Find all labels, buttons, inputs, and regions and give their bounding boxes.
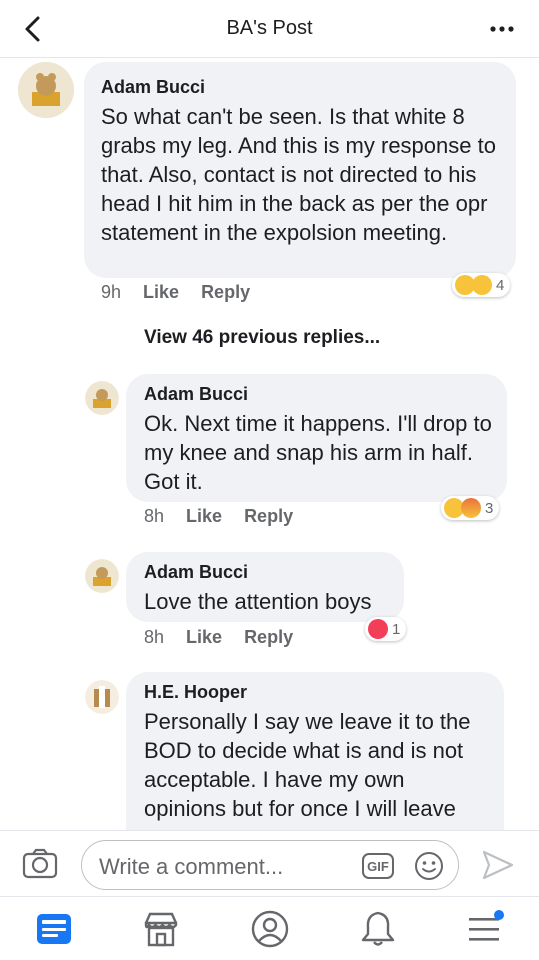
menu-icon[interactable]	[465, 909, 505, 949]
reaction-count: 3	[485, 499, 494, 517]
reply-button[interactable]: Reply	[201, 282, 250, 303]
reply-text: Personally I say we leave it to the BOD …	[144, 709, 471, 821]
comments-thread: Adam Bucci So what can't be seen. Is tha…	[0, 58, 539, 830]
reply-author[interactable]: Adam Bucci	[144, 384, 493, 405]
like-button[interactable]: Like	[143, 282, 179, 303]
comment-bubble[interactable]: Adam Bucci So what can't be seen. Is tha…	[84, 62, 516, 278]
reply-meta: 8h Like Reply	[144, 506, 293, 527]
reply-time: 8h	[144, 627, 165, 647]
avatar[interactable]	[85, 680, 119, 714]
reply-button[interactable]: Reply	[244, 506, 293, 527]
comment-composer: Write a comment... GIF	[0, 830, 539, 896]
wow-reaction-icon	[472, 275, 492, 295]
like-button[interactable]: Like	[186, 627, 222, 648]
reaction-count: 4	[496, 276, 505, 294]
more-dots-icon[interactable]	[487, 14, 517, 44]
like-button[interactable]: Like	[186, 506, 222, 527]
comment-time: 9h	[101, 282, 122, 302]
feed-icon[interactable]	[34, 909, 74, 949]
reply-button[interactable]: Reply	[244, 627, 293, 648]
profile-icon[interactable]	[250, 909, 290, 949]
avatar[interactable]	[85, 381, 119, 415]
reply-text: Love the attention boys	[144, 589, 372, 614]
comment-author[interactable]: Adam Bucci	[101, 77, 502, 98]
comment-text: So what can't be seen. Is that white 8 g…	[101, 104, 496, 245]
reaction-count: 1	[392, 620, 401, 638]
comment-meta: 9h Like Reply	[101, 282, 250, 303]
gif-icon[interactable]: GIF	[361, 852, 395, 880]
reply-author[interactable]: Adam Bucci	[144, 562, 390, 583]
view-previous-replies-link[interactable]: View 46 previous replies...	[144, 327, 380, 349]
camera-icon[interactable]	[22, 848, 58, 880]
reply-bubble[interactable]: Adam Bucci Ok. Next time it happens. I'l…	[126, 374, 507, 502]
page-title: BA's Post	[226, 17, 313, 39]
bottom-navigation	[0, 896, 539, 960]
reply-author[interactable]: H.E. Hooper	[144, 682, 490, 703]
comment-input-placeholder: Write a comment...	[99, 854, 284, 879]
gif-label: GIF	[367, 859, 389, 874]
marketplace-icon[interactable]	[141, 909, 181, 949]
love-reaction-icon	[368, 619, 388, 639]
reply-time: 8h	[144, 506, 165, 526]
header: BA's Post	[0, 0, 539, 58]
reaction-summary[interactable]: 3	[441, 496, 500, 520]
reaction-summary[interactable]: 4	[452, 273, 511, 297]
avatar[interactable]	[85, 559, 119, 593]
reply-bubble[interactable]: H.E. Hooper Personally I say we leave it…	[126, 672, 504, 830]
comment-input[interactable]: Write a comment... GIF	[81, 840, 459, 890]
reply-text: Ok. Next time it happens. I'll drop to m…	[144, 411, 492, 494]
notifications-icon[interactable]	[358, 909, 398, 949]
avatar[interactable]	[18, 62, 74, 118]
reply-bubble[interactable]: Adam Bucci Love the attention boys	[126, 552, 404, 622]
emoji-icon[interactable]	[413, 850, 445, 882]
reply-meta: 8h Like Reply	[144, 627, 293, 648]
angry-reaction-icon	[461, 498, 481, 518]
send-icon[interactable]	[480, 847, 516, 883]
reaction-summary[interactable]: 1	[365, 617, 407, 641]
